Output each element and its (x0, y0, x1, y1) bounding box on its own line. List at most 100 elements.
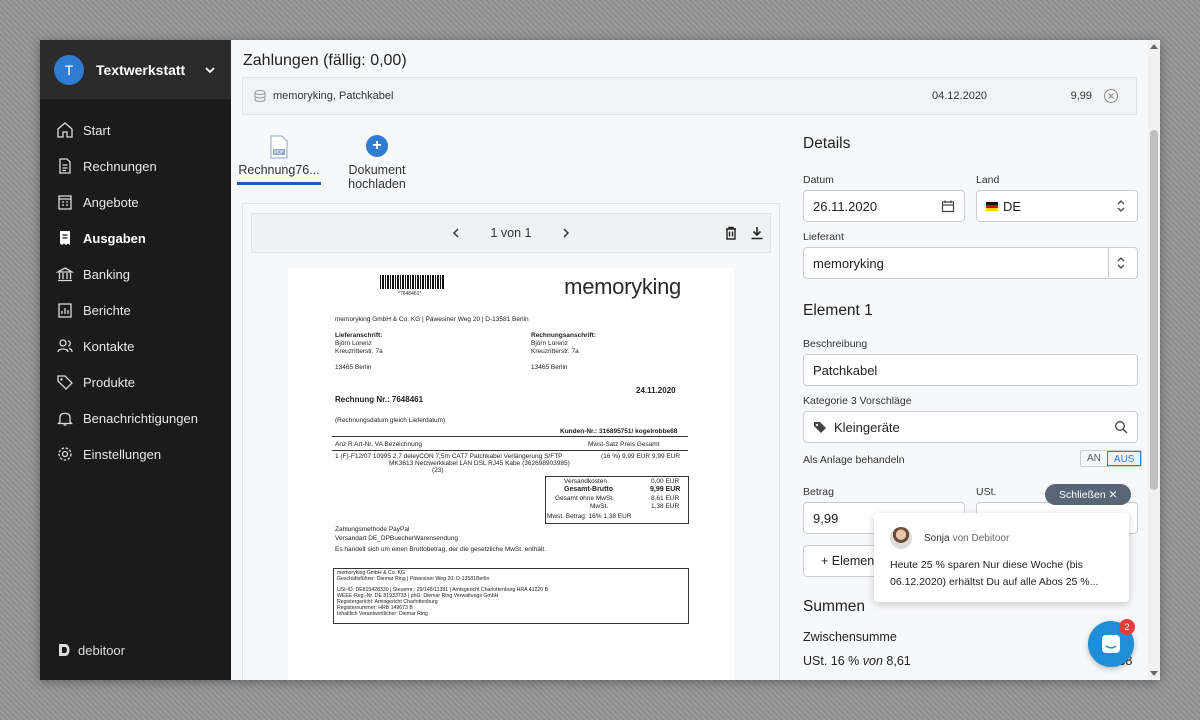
net-value: 8,61 EUR (651, 495, 680, 502)
chevron-right-icon[interactable] (560, 227, 572, 239)
logo-part-a: memory (564, 274, 642, 299)
description-label: Beschreibung (803, 338, 868, 350)
billing-street: Kreuzritterstr. 7a (531, 348, 579, 355)
shipping-label: Versandkosten (564, 478, 608, 485)
sidebar-item-label: Angebote (83, 194, 139, 210)
payment-method: Zahlungsmethode PayPal (335, 526, 410, 533)
logo-part-b: king (641, 274, 681, 299)
brand-logo: debitoor (57, 642, 125, 658)
sidebar-item-berichte[interactable]: Berichte (40, 292, 231, 328)
delivery-city: 13465 Berlin (335, 364, 372, 371)
sidebar-item-label: Kontakte (83, 338, 135, 354)
invoice-preview: *7648461* memoryking memoryking GmbH & C… (288, 268, 734, 680)
sidebar-item-einstellungen[interactable]: Einstellungen (40, 436, 231, 472)
sidebar-item-ausgaben[interactable]: Ausgaben (40, 220, 231, 256)
sidebar-item-label: Banking (83, 266, 130, 282)
agent-avatar (890, 527, 912, 549)
billing-city: 13465 Berlin (531, 364, 568, 371)
customer-number: Kunden-Nr.: 316895751/ kogelrobbe68 (560, 428, 678, 435)
payment-row[interactable]: memoryking, Patchkabel 04.12.2020 9,99 (242, 77, 1137, 115)
table-row-line2: MK3613 Netzwerkkabel LAN DSL RJ45 Kabe (… (389, 460, 570, 467)
supplier-select[interactable]: memoryking (803, 247, 1138, 279)
table-rule-top (332, 436, 688, 437)
table-row-line1: 1 (F)-F12/07 10995 2,7 deleyCON 7,5m CAT… (335, 453, 563, 460)
debitoor-logo-icon (59, 644, 70, 656)
description-input[interactable]: Patchkabel (803, 354, 1138, 386)
select-divider (1108, 248, 1109, 278)
net-label: Gesamt ohne MwSt. (555, 495, 614, 502)
company-switcher[interactable]: T Textwerkstatt (40, 40, 231, 99)
delivery-address-title: Lieferanschrift: (335, 332, 383, 339)
sidebar-item-label: Benachrichtigungen (83, 410, 198, 426)
category-input[interactable]: Kleingeräte (803, 411, 1138, 443)
unread-badge: 2 (1119, 619, 1135, 635)
chevron-left-icon[interactable] (450, 227, 462, 239)
invoice-date: 24.11.2020 (636, 386, 676, 395)
pdf-file-icon: PDF (270, 135, 288, 159)
barcode-number: *7648461* (398, 291, 422, 297)
tab-rechnung-pdf[interactable]: PDF Rechnung76... (237, 135, 321, 185)
payment-description: memoryking, Patchkabel (273, 90, 394, 102)
invoice-logo: memoryking (564, 274, 681, 300)
calendar-icon[interactable] (941, 199, 955, 213)
date-input[interactable]: 26.11.2020 (803, 190, 965, 222)
viewer-actions (724, 226, 764, 240)
german-flag-icon (986, 201, 998, 211)
gross-label: Gesamt-Brutto (564, 486, 614, 493)
invoice-number: Rechnung Nr.: 7648461 (335, 395, 424, 404)
sidebar-item-label: Start (83, 122, 111, 138)
scrollbar[interactable] (1148, 40, 1160, 680)
chat-message-card[interactable]: Sonja von Debitoor Heute 25 % sparen Nur… (874, 513, 1129, 602)
scroll-up-arrow[interactable] (1150, 44, 1158, 49)
element-title: Element 1 (803, 302, 873, 319)
database-icon (254, 90, 266, 102)
billing-address-title: Rechnungsanschrift: (531, 332, 597, 339)
footer-line7: Inhaltlich Verantwortlicher: Diemar Ring (337, 611, 428, 617)
vat-amount-row: Mwst. Betrag: 16% 1,38 EUR (547, 513, 632, 520)
category-value: Kleingeräte (834, 419, 900, 435)
payment-date: 04.12.2020 (932, 90, 988, 102)
sidebar-item-rechnungen[interactable]: Rechnungen (40, 148, 231, 184)
sidebar-item-produkte[interactable]: Produkte (40, 364, 231, 400)
sidebar-item-label: Einstellungen (83, 446, 162, 462)
vat-label: USt. (976, 486, 997, 498)
toggle-an[interactable]: AN (1081, 451, 1107, 466)
invoice-icon (59, 158, 71, 174)
scroll-down-arrow[interactable] (1150, 671, 1158, 676)
amount-value: 9,99 (813, 510, 839, 526)
sidebar-item-benachrichtigungen[interactable]: Benachrichtigungen (40, 400, 231, 436)
tag-icon (57, 375, 73, 390)
toggle-aus[interactable]: AUS (1106, 451, 1142, 466)
home-icon (57, 122, 73, 138)
payment-amount: 9,99 (1070, 90, 1092, 102)
footer-line2: Geschäftsführer: Diemar Ring | Päwesiner… (337, 576, 490, 582)
vat-sum-base: 8,61 (886, 654, 911, 668)
payments-title: Zahlungen (fällig: 0,00) (243, 52, 407, 69)
close-circle-icon[interactable] (1103, 88, 1119, 104)
scroll-thumb[interactable] (1150, 130, 1158, 490)
chat-close-button[interactable]: Schließen ✕ (1045, 484, 1132, 505)
sidebar-item-start[interactable]: Start (40, 112, 231, 148)
vat-sum-of: von (862, 654, 883, 668)
search-icon[interactable] (1114, 420, 1128, 434)
gear-icon (58, 447, 72, 461)
chat-message: Heute 25 % sparen Nur diese Woche (bis 0… (890, 559, 1099, 588)
delivery-street: Kreuzritterstr. 7a (335, 348, 383, 355)
upload-document-button[interactable]: + Dokument hochladen (337, 135, 417, 191)
sidebar-item-kontakte[interactable]: Kontakte (40, 328, 231, 364)
sidebar-item-banking[interactable]: Banking (40, 256, 231, 292)
shipping-method: Versandart DE_DPBuecherWarensendung (335, 535, 458, 542)
trash-icon[interactable] (724, 226, 738, 240)
supplier-value: memoryking (813, 255, 884, 271)
bell-icon (56, 412, 74, 426)
country-value: DE (1003, 198, 1022, 214)
sidebar-item-angebote[interactable]: Angebote (40, 184, 231, 220)
category-label: Kategorie 3 Vorschläge (803, 395, 912, 407)
chat-icon (1102, 635, 1120, 653)
company-name: Textwerkstatt (96, 61, 186, 78)
download-icon[interactable] (750, 226, 764, 240)
upload-label-line1: Dokument (348, 163, 406, 177)
delivery-name: Björn Lorenz (335, 340, 372, 347)
country-select[interactable]: DE (976, 190, 1138, 222)
chevron-down-icon (205, 66, 215, 73)
